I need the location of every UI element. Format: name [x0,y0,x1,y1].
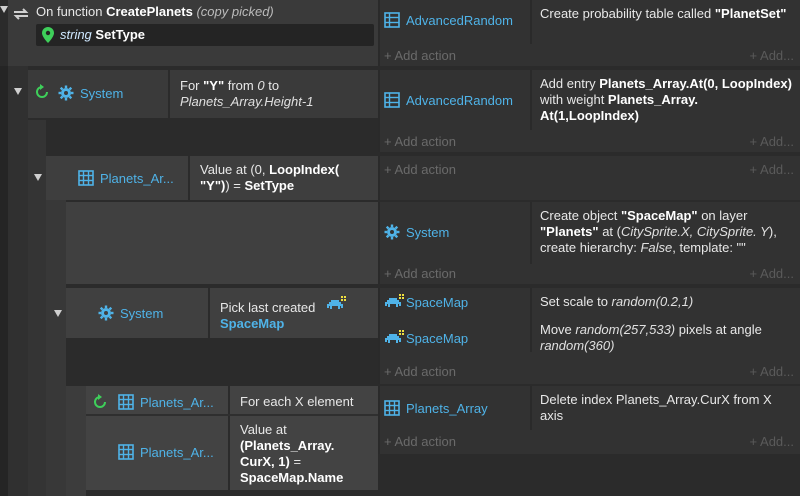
action-text: Delete index Planets_Array.CurX from X a… [540,392,772,423]
sprite-icon [384,330,404,346]
add-more-button[interactable]: + Add... [750,162,794,177]
condition-object-name: Planets_Ar... [140,394,214,410]
add-action-button[interactable]: + Add action [384,162,456,177]
block4-condition[interactable] [66,202,378,284]
condition-object: System [58,85,123,101]
function-param-box[interactable]: string SetType [36,24,374,46]
block6-condition[interactable]: Planets_Ar... For each X element Planets… [86,386,378,490]
function-header-panel[interactable]: On function CreatePlanets (copy picked) … [8,0,378,66]
add-more-button[interactable]: + Add... [750,48,794,63]
action-text: Create object "SpaceMap" on layer "Plane… [540,208,777,255]
add-more-button[interactable]: + Add... [750,434,794,449]
add-action-button[interactable]: + Add action [384,364,456,379]
add-more-button[interactable]: + Add... [750,134,794,149]
location-pin-icon [42,27,54,46]
param-name: SetType [95,27,146,42]
action-object: System [384,224,449,240]
add-action-button[interactable]: + Add action [384,48,456,63]
add-more-button[interactable]: + Add... [750,266,794,281]
action-object-name: SpaceMap [406,330,469,346]
array-grid-icon [118,394,134,410]
block5-action-row-1[interactable]: SpaceMap Set scale to random(0.2,1) [378,288,800,352]
condition-object-name: System [80,85,124,101]
add-action-button[interactable]: + Add action [384,134,456,149]
action-object-name: AdvancedRandom [406,12,513,28]
gear-icon [384,224,400,240]
array-grid-icon [384,400,400,416]
action-object: Planets_Array [384,400,488,416]
action-text: Create probability table called "PlanetS… [540,6,787,21]
block5-collapse-arrow[interactable] [54,310,62,317]
gear-icon [98,305,114,321]
array-grid-icon [78,170,94,186]
loop-icon [92,394,108,413]
condition-target: SpaceMap [220,316,285,331]
block6-action-row[interactable]: Planets_Array Delete index Planets_Array… [378,386,800,430]
block3-collapse-arrow[interactable] [34,174,42,181]
condition-text: Pick last created SpaceMap [220,300,316,331]
advanced-random-icon [384,12,400,28]
condition-object-name: System [120,305,164,321]
condition-object: System [98,305,163,321]
block5-action-row-2[interactable]: SpaceMap Move random(257,533) pixels at … [378,318,800,358]
function-name: CreatePlanets [106,4,193,19]
array-grid-icon [118,444,134,460]
action-object-name: System [406,224,450,240]
action-object: AdvancedRandom [384,92,513,108]
action-object: SpaceMap [384,330,468,346]
block4-action-row[interactable]: System Create object "SpaceMap" on layer… [378,202,800,264]
condition-object-name: Planets_Ar... [100,170,174,186]
function-title: On function CreatePlanets (copy picked) [36,4,274,19]
condition-text-1: For each X element [240,394,354,409]
function-prefix: On function [36,4,107,19]
sprite-icon [326,296,346,315]
condition-object-2: Planets_Ar... [118,444,214,460]
condition-text: For "Y" from 0 to Planets_Array.Height-1 [180,78,314,109]
block2-collapse-arrow[interactable] [14,88,22,95]
condition-object-name: Planets_Ar... [140,444,214,460]
param-type: string [60,27,92,42]
action-object-name: SpaceMap [406,294,469,310]
add-action-button[interactable]: + Add action [384,434,456,449]
block1-action-row[interactable]: AdvancedRandom Create probability table … [378,0,800,44]
add-more-button[interactable]: + Add... [750,364,794,379]
block2-action-row[interactable]: AdvancedRandom Add entry Planets_Array.A… [378,70,800,130]
action-object: AdvancedRandom [384,12,513,28]
condition-object-1: Planets_Ar... [118,394,214,410]
action-text: Move random(257,533) pixels at angle ran… [540,322,762,353]
block5-condition[interactable]: System Pick last created SpaceMap [66,288,378,338]
action-object-name: AdvancedRandom [406,92,513,108]
function-copy-picked: (copy picked) [196,4,274,19]
gear-icon [58,85,74,101]
add-action-button[interactable]: + Add action [384,266,456,281]
block3-condition[interactable]: Planets_Ar... Value at (0, LoopIndex("Y"… [46,156,378,200]
condition-object: Planets_Ar... [78,170,174,186]
loop-icon [34,84,50,103]
function-header-collapse-arrow[interactable] [0,6,8,13]
action-text: Set scale to random(0.2,1) [540,294,694,309]
condition-text-2: Value at (Planets_Array. CurX, 1) = SpaceM… [240,422,344,485]
action-object-name: Planets_Array [406,400,488,416]
condition-text: Value at (0, LoopIndex("Y")) = SetType [200,162,340,193]
function-repeat-icon [12,6,30,25]
action-text: Add entry Planets_Array.At(0, LoopIndex)… [540,76,792,123]
block2-condition[interactable]: System For "Y" from 0 to Planets_Array.He… [28,70,378,118]
sprite-icon [384,294,404,310]
advanced-random-icon [384,92,400,108]
action-object: SpaceMap [384,294,468,310]
